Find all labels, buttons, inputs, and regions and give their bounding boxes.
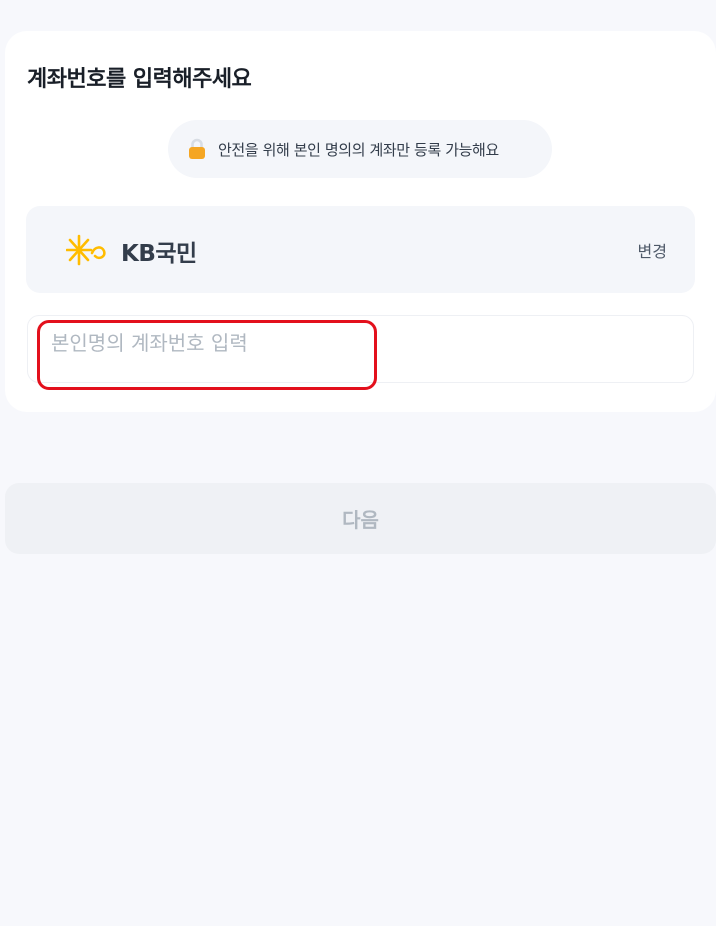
account-card: 계좌번호를 입력해주세요 안전을 위해 본인 명의의 계좌만 등록 가능해요 K… — [5, 31, 716, 412]
account-entry-screen: 계좌번호를 입력해주세요 안전을 위해 본인 명의의 계좌만 등록 가능해요 K… — [0, 0, 716, 926]
change-bank-button[interactable]: 변경 — [638, 238, 667, 262]
lock-icon — [188, 138, 206, 160]
account-number-input[interactable] — [28, 316, 693, 382]
next-button[interactable]: 다음 — [5, 483, 716, 554]
security-notice-text: 안전을 위해 본인 명의의 계좌만 등록 가능해요 — [218, 140, 499, 159]
bank-name: KB국민 — [121, 241, 197, 267]
selected-bank-row[interactable]: KB국민 변경 — [26, 206, 695, 293]
account-number-field[interactable] — [27, 315, 694, 383]
page-title: 계좌번호를 입력해주세요 — [27, 67, 252, 92]
kb-star-logo-icon — [65, 233, 110, 267]
security-notice: 안전을 위해 본인 명의의 계좌만 등록 가능해요 — [168, 120, 552, 178]
